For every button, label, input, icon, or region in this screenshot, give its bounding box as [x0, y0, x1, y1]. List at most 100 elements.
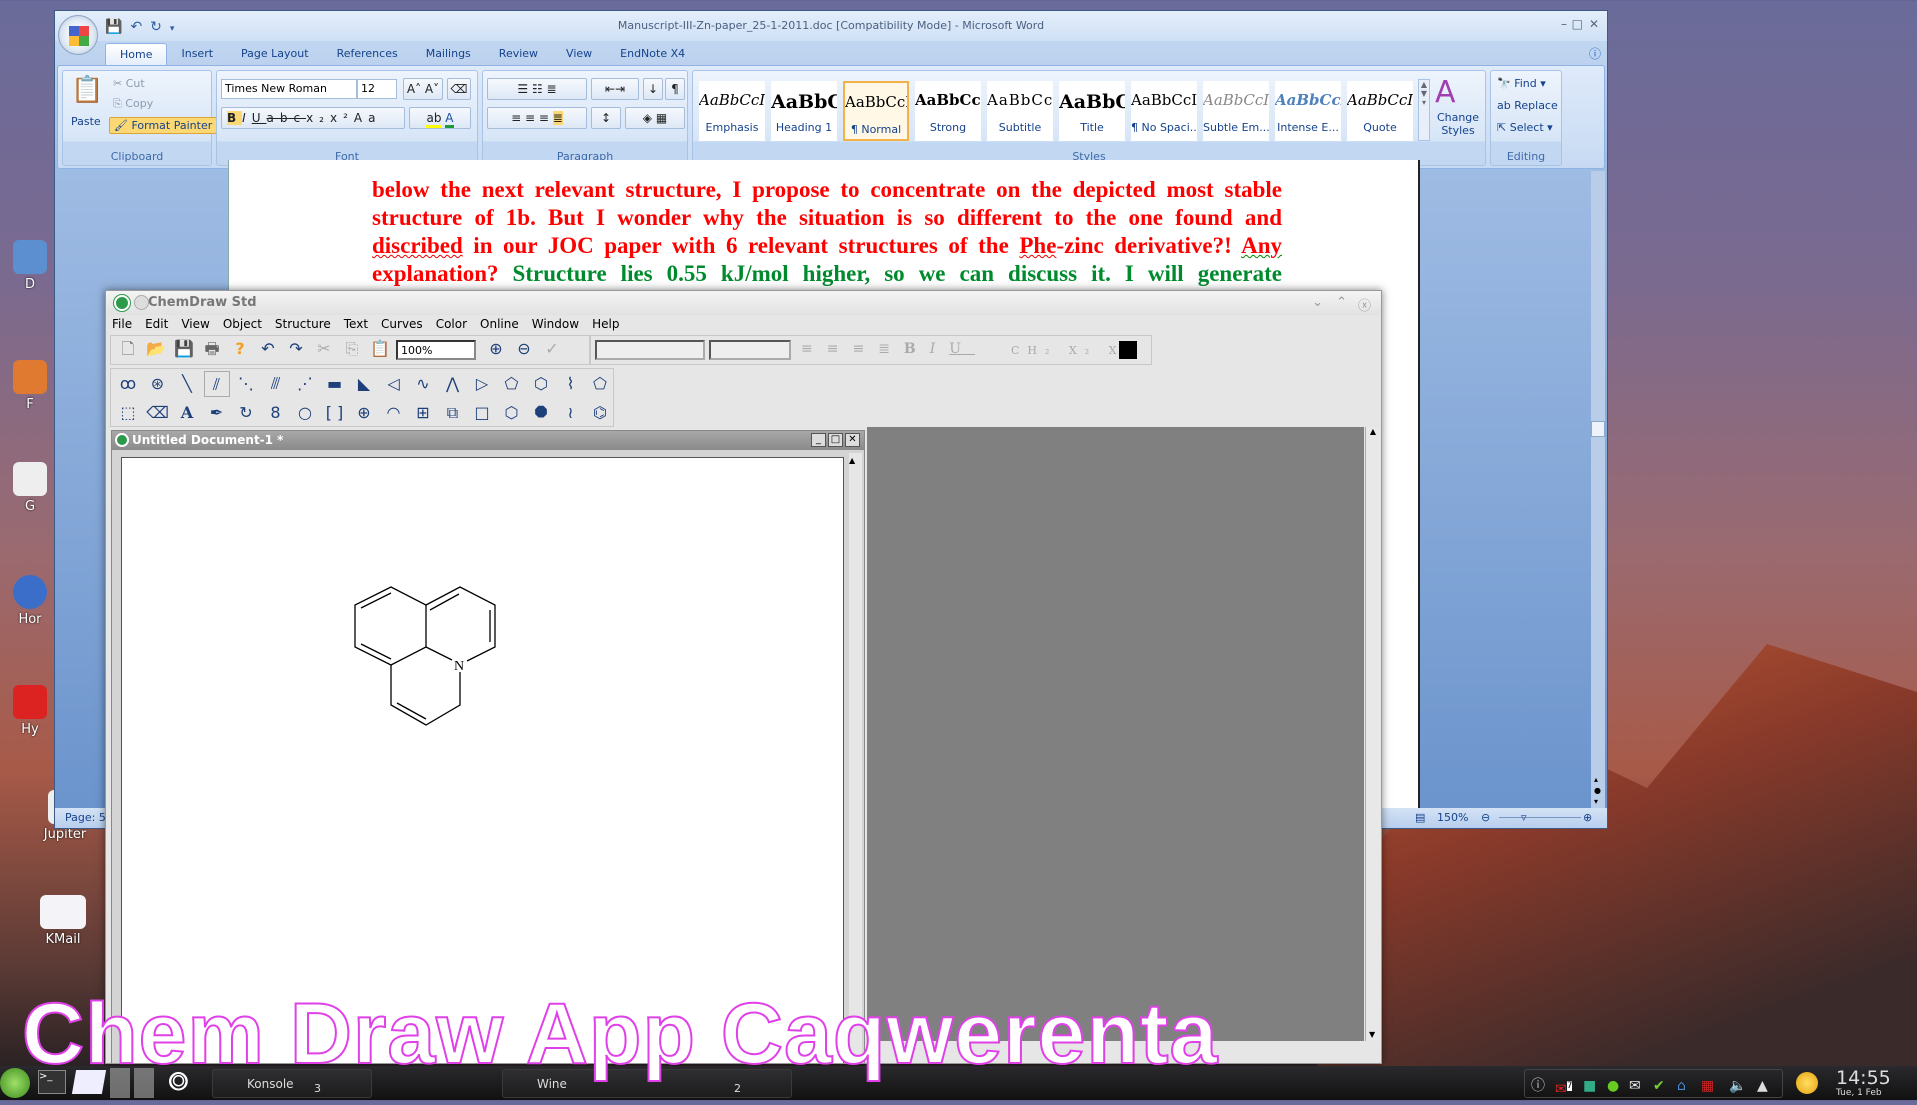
find-button[interactable]: 🔭 Find ▾ [1497, 77, 1546, 90]
desktop-icon[interactable]: D [0, 240, 60, 292]
redo-icon[interactable]: ↷ [283, 336, 309, 362]
browse-object-icons[interactable]: ▴ ● ▾ [1594, 774, 1601, 807]
bracket-icon[interactable]: [ ] [322, 400, 348, 426]
minimize-button[interactable]: – [1561, 17, 1567, 31]
style-item[interactable]: AaBbCcI Emphasis [699, 81, 765, 141]
font-format-buttons[interactable]: BIUabcx₂x²Aa [221, 107, 405, 129]
zoom-out-icon[interactable]: ⊖ [511, 336, 537, 362]
menu-color[interactable]: Color [436, 317, 467, 331]
dashed-bond-icon[interactable]: ⋱ [233, 371, 259, 397]
charge-icon[interactable]: ⊕ [351, 400, 377, 426]
font-name-combo[interactable]: Times New Roman [221, 79, 357, 99]
menu-text[interactable]: Text [344, 317, 368, 331]
spotify-icon[interactable]: ● [1607, 1071, 1619, 1101]
bold-bond-icon[interactable]: ▬ [322, 371, 348, 397]
chain-icon[interactable]: ⋀ [440, 371, 466, 397]
mail-icon[interactable]: ✉ [1629, 1071, 1641, 1101]
hollow-wedge-icon[interactable]: ◁ [381, 371, 407, 397]
save-icon[interactable]: 💾 [171, 336, 197, 362]
bond-icon[interactable]: ╲ [174, 371, 200, 397]
list-buttons[interactable]: ☰ ☷ ≣ [487, 78, 587, 100]
vertical-scrollbar[interactable]: ▲ ▼ [1365, 427, 1380, 1041]
paste-icon[interactable]: 📋 [367, 336, 393, 362]
cyclohexane-icon[interactable]: ⬡ [499, 400, 525, 426]
presence-icon[interactable]: ✔ [1653, 1071, 1665, 1101]
menu-window[interactable]: Window [532, 317, 579, 331]
menu-object[interactable]: Object [223, 317, 262, 331]
atom-label-n[interactable]: N [454, 659, 464, 674]
tab-insert[interactable]: Insert [167, 43, 227, 65]
line-spacing-button[interactable]: ↕ [591, 107, 621, 129]
scroll-thumb[interactable] [1591, 421, 1605, 437]
chair2-icon[interactable]: ≀ [558, 400, 584, 426]
size-combo[interactable] [709, 340, 791, 360]
style-item[interactable]: AaBbC Heading 1 [771, 81, 837, 141]
tab-references[interactable]: References [323, 43, 412, 65]
desktop-icon[interactable]: Hy [0, 685, 60, 737]
close-button[interactable]: ⓧ [1358, 295, 1371, 314]
volume-icon[interactable]: 🔈 [1729, 1071, 1746, 1101]
cyclobutane-icon[interactable]: □ [469, 400, 495, 426]
template-icon[interactable]: ⧉ [440, 400, 466, 426]
style-item[interactable]: AaBbCcI Intense E... [1275, 81, 1341, 141]
cyclopentadiene-icon[interactable]: ⬠ [587, 371, 613, 397]
grammar-flag[interactable]: Any [1241, 233, 1282, 258]
weather-sun-icon[interactable] [1796, 1072, 1818, 1094]
vertical-scrollbar[interactable]: ▴ ● ▾ [1591, 171, 1605, 811]
close-button[interactable]: ✕ [1589, 17, 1599, 31]
arrow-icon[interactable]: ▷ [469, 371, 495, 397]
drawing-element-icon[interactable]: ○ [292, 400, 318, 426]
view-layout-icon[interactable]: ▤ [1415, 808, 1425, 828]
page-indicator[interactable]: Page: 5 [65, 808, 106, 828]
undo-icon[interactable]: ↶ [255, 336, 281, 362]
style-item[interactable]: AaBbC Title [1059, 81, 1125, 141]
office-button[interactable] [58, 15, 98, 55]
menu-structure[interactable]: Structure [275, 317, 331, 331]
double-bond-icon[interactable]: ⫽ [203, 371, 230, 397]
tab-mailings[interactable]: Mailings [412, 43, 485, 65]
tab-endnote[interactable]: EndNote X4 [606, 43, 699, 65]
arrow-tool-icon[interactable]: ↻ [233, 400, 259, 426]
desktop-icon[interactable]: Hor [0, 575, 60, 627]
undo-icon[interactable]: ↶ [130, 19, 150, 35]
style-item[interactable]: AaBbCcI Quote [1347, 81, 1413, 141]
help-icon[interactable]: ? [227, 336, 253, 362]
zoom-in-icon[interactable]: ⊕ [483, 336, 509, 362]
cycloheptane-icon[interactable]: ⬡ [528, 371, 554, 397]
paste-icon[interactable]: 📋 [71, 75, 103, 105]
alignment-buttons[interactable]: ≡ ≡ ≡ ≣ [487, 107, 587, 129]
font-size-combo[interactable]: 12 [357, 79, 397, 99]
style-item[interactable]: AaBbCcI Strong [915, 81, 981, 141]
tab-home[interactable]: Home [105, 43, 168, 65]
doc-vertical-scrollbar[interactable]: ▲ [849, 453, 862, 1063]
tab-page-layout[interactable]: Page Layout [227, 43, 323, 65]
desktop-icon[interactable]: G [0, 462, 60, 514]
styles-scroll[interactable]: ▲ ▼ ▾ [1418, 79, 1430, 141]
customize-icon[interactable]: ▾ [170, 24, 183, 34]
table-icon[interactable]: ⊞ [410, 400, 436, 426]
highlight-font-color-buttons[interactable]: ab A [409, 107, 471, 129]
color-swatch[interactable] [1119, 341, 1137, 359]
tray-expand-icon[interactable]: ▲ [1757, 1071, 1768, 1101]
style-item[interactable]: AaBbCcI Subtle Em... [1203, 81, 1269, 141]
doc-close-button[interactable]: ✕ [845, 433, 860, 447]
menu-view[interactable]: View [181, 317, 209, 331]
wavy-bond-icon[interactable]: ∿ [410, 371, 436, 397]
marquee-icon[interactable]: ⬚ [115, 400, 141, 426]
wedge-bond-icon[interactable]: ◣ [351, 371, 377, 397]
keyboard-layout-uk-icon[interactable]: ▦ [1701, 1071, 1714, 1101]
cut-button[interactable]: ✂ Cut [113, 77, 145, 90]
style-item[interactable]: AaBbCcI ¶ Normal [843, 81, 909, 141]
window-menu-button[interactable] [134, 295, 149, 310]
menu-file[interactable]: File [112, 317, 132, 331]
lasso-icon[interactable]: ꝏ [115, 371, 141, 397]
save-icon[interactable]: 💾 [105, 19, 130, 35]
hashed-bond-icon[interactable]: ⫻ [263, 371, 289, 397]
menu-edit[interactable]: Edit [145, 317, 168, 331]
eraser-icon[interactable]: ⌫ [145, 400, 171, 426]
indent-buttons[interactable]: ⇤⇥ [591, 78, 639, 100]
change-styles-button[interactable]: Change Styles [1435, 111, 1481, 137]
chair-icon[interactable]: ⌇ [558, 371, 584, 397]
paste-button[interactable]: Paste [71, 115, 101, 128]
molecule-structure[interactable]: N [122, 458, 845, 1064]
